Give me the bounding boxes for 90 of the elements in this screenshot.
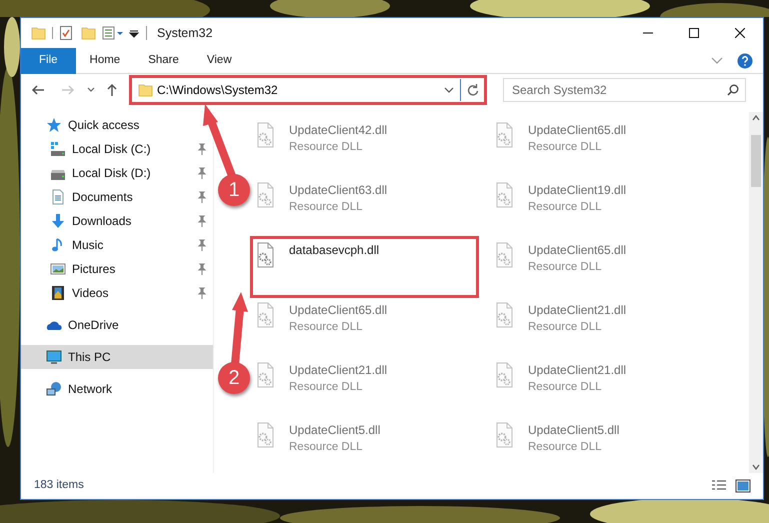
file-type: Resource DLL <box>528 380 603 395</box>
settings-file-icon[interactable] <box>255 242 275 268</box>
file-type: Resource DLL <box>289 440 364 455</box>
ribbon-tab[interactable]: View <box>192 48 246 74</box>
document-icon <box>50 189 66 205</box>
ribbon-tab[interactable]: Share <box>134 48 193 74</box>
star-icon <box>46 117 62 133</box>
search-box[interactable]: Search System32 <box>503 78 746 102</box>
film-icon <box>50 285 66 301</box>
ribbon-tab[interactable]: Home <box>76 48 134 74</box>
pin-icon[interactable] <box>197 263 207 275</box>
close-icon[interactable] <box>735 28 745 38</box>
computer-icon <box>46 349 62 365</box>
scroll-down-icon[interactable] <box>752 464 760 470</box>
pin-icon[interactable] <box>197 287 207 299</box>
sidebar-item[interactable]: Documents <box>21 185 207 209</box>
back-icon[interactable] <box>31 83 45 97</box>
settings-file-icon[interactable] <box>255 182 275 208</box>
file-name[interactable]: UpdateClient21.dll <box>289 361 388 379</box>
pin-icon[interactable] <box>197 167 207 179</box>
file-name[interactable]: UpdateClient19.dll <box>528 181 626 199</box>
large-icons-view-icon[interactable] <box>735 479 751 493</box>
item-count: 183 items <box>34 478 84 494</box>
settings-file-icon[interactable] <box>255 422 275 448</box>
sidebar-item[interactable]: Music <box>21 233 207 257</box>
view-options-icon[interactable] <box>102 25 124 41</box>
settings-file-icon[interactable] <box>255 122 275 148</box>
search-icon[interactable] <box>727 84 739 96</box>
file-type: Resource DLL <box>528 200 603 215</box>
file-name[interactable]: UpdateClient63.dll <box>289 181 388 199</box>
sidebar-item[interactable]: Network <box>21 377 207 401</box>
file-type: Resource DLL <box>289 140 364 155</box>
file-type: Resource DLL <box>528 440 603 455</box>
settings-file-icon[interactable] <box>494 242 514 268</box>
expand-ribbon-icon[interactable] <box>711 56 723 64</box>
network-icon <box>46 381 62 397</box>
sidebar-item[interactable]: This PC <box>21 345 213 369</box>
recent-locations-icon[interactable] <box>87 87 95 93</box>
file-name[interactable]: UpdateClient21.dll <box>528 361 626 379</box>
file-name[interactable]: UpdateClient65.dll <box>289 301 388 319</box>
scrollbar[interactable] <box>749 112 763 473</box>
new-folder-icon[interactable] <box>81 25 96 41</box>
sidebar-item[interactable]: OneDrive <box>21 313 207 337</box>
scroll-up-icon[interactable] <box>752 115 760 121</box>
drive-icon <box>50 141 66 157</box>
picture-icon <box>50 261 66 277</box>
file-type: Resource DLL <box>528 140 603 155</box>
file-name[interactable]: UpdateClient21.dll <box>528 301 626 319</box>
dropdown-icon[interactable] <box>444 87 454 93</box>
pin-icon[interactable] <box>197 215 207 227</box>
sidebar-item[interactable]: Local Disk (C:) <box>21 137 207 161</box>
maximize-icon[interactable] <box>689 28 699 38</box>
file-type: Resource DLL <box>289 200 364 215</box>
sidebar-item[interactable]: Videos <box>21 281 207 305</box>
file-type: Resource DLL <box>528 320 603 335</box>
help-icon[interactable] <box>737 52 753 68</box>
pin-icon[interactable] <box>197 191 207 203</box>
address-field[interactable]: C:\Windows\System32 <box>153 81 444 99</box>
settings-file-icon[interactable] <box>255 302 275 328</box>
refresh-icon[interactable] <box>466 83 480 97</box>
download-icon <box>50 213 66 229</box>
file-type: Resource DLL <box>528 260 603 275</box>
pin-icon[interactable] <box>197 239 207 251</box>
folder-icon[interactable] <box>31 25 46 41</box>
up-icon[interactable] <box>105 83 119 97</box>
file-type: Resource DLL <box>289 320 364 335</box>
settings-file-icon[interactable] <box>255 362 275 388</box>
address-bar[interactable]: C:\Windows\System32 <box>131 77 485 103</box>
settings-file-icon[interactable] <box>494 122 514 148</box>
settings-file-icon[interactable] <box>494 422 514 448</box>
folder-icon <box>138 82 153 98</box>
pin-icon[interactable] <box>197 143 207 155</box>
sidebar-item[interactable]: Downloads <box>21 209 207 233</box>
file-name[interactable]: UpdateClient5.dll <box>289 421 380 439</box>
settings-file-icon[interactable] <box>494 302 514 328</box>
sidebar-item[interactable]: Pictures <box>21 257 207 281</box>
file-name[interactable]: UpdateClient65.dll <box>528 241 626 259</box>
ribbon-tab[interactable]: File <box>21 48 76 74</box>
sidebar-item[interactable]: Quick access <box>21 113 207 137</box>
file-name[interactable]: UpdateClient5.dll <box>528 421 620 439</box>
settings-file-icon[interactable] <box>494 182 514 208</box>
properties-icon[interactable] <box>59 25 73 41</box>
settings-file-icon[interactable] <box>494 362 514 388</box>
file-name[interactable]: UpdateClient65.dll <box>528 121 626 139</box>
window-title: System32 <box>157 24 213 42</box>
file-name[interactable]: UpdateClient42.dll <box>289 121 388 139</box>
scrollbar-thumb[interactable] <box>751 135 761 187</box>
sidebar-item[interactable]: Local Disk (D:) <box>21 161 207 185</box>
file-type: Resource DLL <box>289 380 364 395</box>
file-name[interactable]: databasevcph.dll <box>289 241 380 259</box>
